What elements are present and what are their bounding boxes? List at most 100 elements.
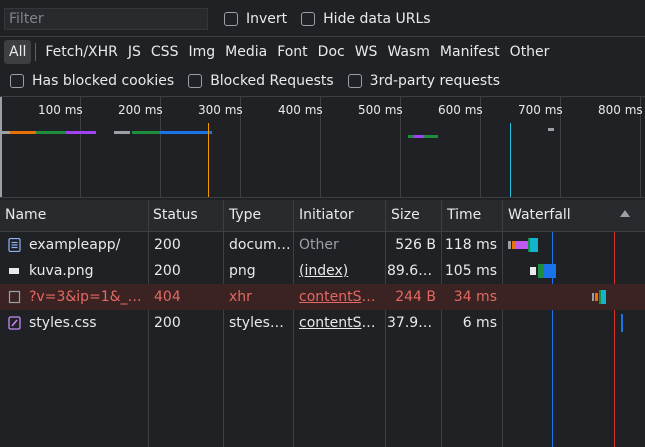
request-size: 37.9 … bbox=[387, 315, 436, 331]
blocked-requests-label: Blocked Requests bbox=[210, 73, 334, 89]
request-name: ?v=3&ip=1&_… bbox=[29, 289, 142, 305]
waterfall-bar bbox=[601, 290, 606, 304]
overview-marker-line bbox=[510, 123, 511, 197]
request-time: 118 ms bbox=[444, 237, 497, 253]
table-row[interactable]: styles.css 200 stylesh… contentSc… 37.9 … bbox=[0, 310, 645, 336]
request-initiator: Other bbox=[299, 237, 339, 253]
type-filter-font[interactable]: Font bbox=[272, 40, 312, 64]
request-initiator-link[interactable]: contentSc… bbox=[299, 310, 383, 336]
overview-bar bbox=[548, 128, 554, 131]
request-time: 34 ms bbox=[453, 289, 497, 305]
overview-tick-label: 100 ms bbox=[38, 103, 83, 117]
has-blocked-cookies-label: Has blocked cookies bbox=[32, 73, 175, 89]
overview-bar bbox=[114, 131, 130, 134]
overview-bar bbox=[160, 131, 212, 134]
overview-start-marker bbox=[0, 97, 2, 197]
column-header-name[interactable]: Name bbox=[5, 200, 46, 232]
hide-data-urls-checkbox[interactable]: Hide data URLs bbox=[301, 11, 431, 27]
has-blocked-cookies-checkbox[interactable]: Has blocked cookies bbox=[10, 73, 174, 89]
type-filter-img[interactable]: Img bbox=[183, 40, 220, 64]
type-filter-other[interactable]: Other bbox=[505, 40, 555, 64]
column-header-type[interactable]: Type bbox=[229, 200, 261, 232]
checkbox-icon bbox=[301, 12, 316, 26]
overview-bar bbox=[132, 131, 160, 134]
waterfall-bar bbox=[595, 293, 598, 301]
column-header-size[interactable]: Size bbox=[391, 200, 420, 232]
invert-label: Invert bbox=[246, 11, 288, 27]
request-type: stylesh… bbox=[229, 315, 291, 331]
type-filter-wasm[interactable]: Wasm bbox=[382, 40, 434, 64]
waterfall-bar bbox=[544, 264, 556, 278]
request-size: 526 B bbox=[395, 237, 436, 253]
request-table: Name Status Type Initiator Size Time Wat… bbox=[0, 200, 645, 447]
column-header-status[interactable]: Status bbox=[153, 200, 198, 232]
third-party-requests-checkbox[interactable]: 3rd-party requests bbox=[347, 73, 500, 89]
overview-tick-label: 500 ms bbox=[358, 103, 403, 117]
type-filter-css[interactable]: CSS bbox=[146, 40, 184, 64]
request-name: exampleapp/ bbox=[29, 237, 121, 253]
table-row[interactable]: kuva.png 200 png (index) 89.6 … 105 ms bbox=[0, 258, 645, 284]
waterfall-bar bbox=[530, 238, 538, 252]
request-type: png bbox=[229, 263, 256, 279]
xhr-icon bbox=[8, 290, 21, 304]
overview-bar bbox=[36, 131, 66, 134]
type-filter-media[interactable]: Media bbox=[220, 40, 272, 64]
type-filter-all[interactable]: All bbox=[4, 39, 32, 64]
type-filter-ws[interactable]: WS bbox=[350, 40, 383, 64]
sort-ascending-icon[interactable] bbox=[620, 210, 630, 217]
third-party-requests-label: 3rd-party requests bbox=[369, 73, 500, 89]
checkbox-icon bbox=[224, 12, 238, 26]
waterfall-bar bbox=[592, 293, 594, 301]
checkbox-icon bbox=[10, 74, 24, 88]
request-options: Has blocked cookies Blocked Requests 3rd… bbox=[0, 66, 645, 96]
request-initiator-link[interactable]: (index) bbox=[299, 258, 383, 284]
column-header-initiator[interactable]: Initiator bbox=[299, 200, 354, 232]
overview-tick-label: 800 ms bbox=[598, 103, 643, 117]
request-type: xhr bbox=[229, 289, 252, 305]
overview-tick-label: 400 ms bbox=[278, 103, 323, 117]
waterfall-bar bbox=[530, 267, 536, 275]
type-filter-doc[interactable]: Doc bbox=[313, 40, 350, 64]
table-row[interactable]: exampleapp/ 200 docum… Other 526 B 118 m… bbox=[0, 232, 645, 258]
request-type: docum… bbox=[229, 237, 291, 253]
image-icon bbox=[8, 264, 21, 278]
network-overview[interactable]: 100 ms 200 ms 300 ms 400 ms 500 ms 600 m… bbox=[0, 96, 645, 198]
document-icon bbox=[8, 237, 21, 253]
overview-bar bbox=[10, 131, 36, 134]
type-filter-fetch-xhr[interactable]: Fetch/XHR bbox=[40, 40, 123, 64]
overview-bar bbox=[424, 135, 438, 138]
hide-data-urls-label: Hide data URLs bbox=[323, 11, 431, 27]
checkbox-icon bbox=[347, 74, 362, 88]
overview-bar bbox=[414, 135, 424, 138]
filter-toolbar: Invert Hide data URLs bbox=[0, 4, 645, 34]
type-filter-manifest[interactable]: Manifest bbox=[435, 40, 505, 64]
request-status: 200 bbox=[154, 237, 181, 253]
waterfall-bar bbox=[508, 241, 511, 249]
invert-checkbox[interactable]: Invert bbox=[224, 11, 287, 27]
filter-input[interactable] bbox=[4, 8, 208, 30]
request-status: 200 bbox=[154, 315, 181, 331]
overview-tick-label: 300 ms bbox=[198, 103, 243, 117]
request-size: 89.6 … bbox=[387, 263, 436, 279]
request-initiator-link[interactable]: contentSc… bbox=[299, 284, 383, 310]
request-status: 200 bbox=[154, 263, 181, 279]
stylesheet-icon bbox=[8, 316, 21, 330]
request-size: 244 B bbox=[395, 289, 436, 305]
resource-type-filters: All Fetch/XHR JS CSS Img Media Font Doc … bbox=[0, 36, 645, 66]
request-time: 6 ms bbox=[462, 315, 497, 331]
waterfall-bar bbox=[621, 314, 623, 332]
type-filter-js[interactable]: JS bbox=[123, 40, 146, 64]
column-header-waterfall[interactable]: Waterfall bbox=[508, 200, 571, 232]
table-header: Name Status Type Initiator Size Time Wat… bbox=[0, 200, 645, 232]
table-row[interactable]: ?v=3&ip=1&_… 404 xhr contentSc… 244 B 34… bbox=[0, 284, 645, 310]
overview-tick-label: 200 ms bbox=[118, 103, 163, 117]
overview-marker-line bbox=[208, 123, 209, 197]
blocked-requests-checkbox[interactable]: Blocked Requests bbox=[188, 73, 334, 89]
checkbox-icon bbox=[188, 74, 203, 88]
request-status: 404 bbox=[154, 289, 181, 305]
column-header-time[interactable]: Time bbox=[447, 200, 481, 232]
overview-tick-label: 600 ms bbox=[438, 103, 483, 117]
request-name: styles.css bbox=[29, 315, 97, 331]
request-time: 105 ms bbox=[444, 263, 497, 279]
type-separator bbox=[35, 42, 37, 61]
